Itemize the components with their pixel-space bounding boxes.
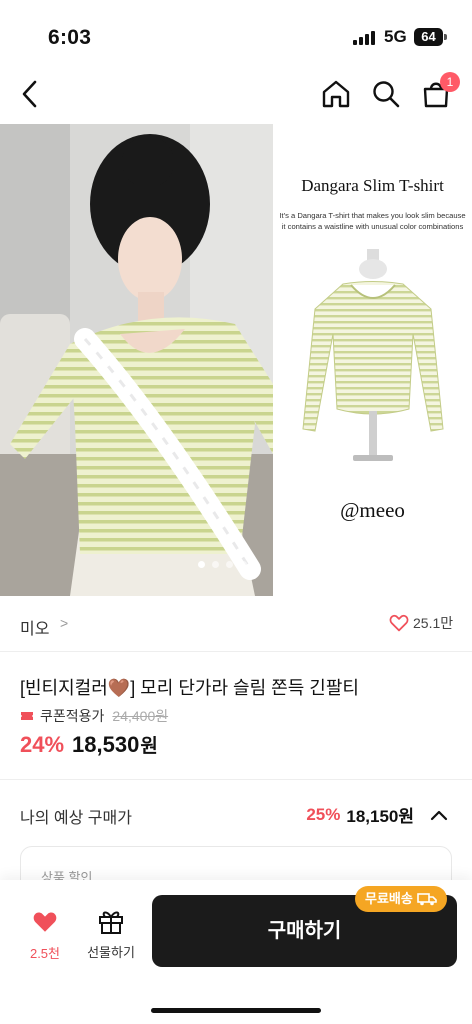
status-time: 6:03: [48, 26, 92, 49]
signal-icon: [353, 31, 379, 45]
truck-icon: [417, 893, 437, 906]
pagination-dot[interactable]: [212, 561, 219, 568]
chevron-up-icon: [430, 810, 448, 820]
discount-rate: 24%: [20, 732, 65, 757]
price-row: 24% 18,530 원: [20, 731, 158, 758]
home-button[interactable]: [318, 76, 354, 112]
promo-title: Dangara Slim T-shirt: [301, 176, 444, 195]
heart-filled-icon: [33, 912, 57, 932]
seller-row: 미오 > 25.1만: [0, 596, 472, 652]
promo-handle: @meeo: [340, 498, 405, 522]
like-count: 25.1만: [413, 615, 454, 631]
expected-price-value: 25% 18,150원: [306, 802, 448, 827]
promo-panel: Dangara Slim T-shirt It's a Dangara T-sh…: [273, 124, 472, 596]
heart-outline-icon: [389, 614, 409, 632]
mannequin-shirt-image: [302, 249, 444, 461]
expected-discount: 25%: [306, 804, 341, 824]
product-title: [빈티지컬러🤎] 모리 단가라 슬림 쫀득 긴팔티: [20, 678, 359, 698]
gift-button[interactable]: 선물하기: [82, 908, 140, 961]
home-icon: [322, 80, 350, 108]
coupon-icon: [21, 712, 33, 720]
cart-button[interactable]: 1: [418, 72, 460, 112]
gallery-pagination: [198, 561, 247, 568]
promo-description: It's a Dangara T-shirt that makes you lo…: [279, 211, 466, 231]
free-shipping-badge: 무료배송: [355, 886, 447, 912]
bottom-action-bar: 2.5천 선물하기 구매하기 무료배송: [0, 880, 472, 1024]
top-nav: 1: [0, 66, 472, 124]
wishlist-count: 2.5천: [29, 946, 61, 961]
pagination-dot[interactable]: [226, 561, 233, 568]
home-indicator: [151, 1008, 321, 1013]
coupon-price-row: 쿠폰적용가 24,400원: [20, 706, 168, 726]
network-type: 5G: [384, 27, 407, 46]
expected-price-label: 나의 예상 구매가: [20, 810, 132, 827]
model-photo: [0, 124, 273, 596]
expected-price: 18,150원: [346, 807, 414, 826]
expected-price-toggle[interactable]: 나의 예상 구매가 25% 18,150원: [0, 780, 472, 846]
search-icon: [373, 81, 400, 108]
battery-icon: 64: [414, 28, 443, 46]
gift-icon: [99, 911, 123, 934]
like-button[interactable]: 25.1만: [389, 613, 453, 633]
coupon-label: 쿠폰적용가: [40, 708, 105, 724]
back-button[interactable]: [12, 76, 48, 112]
back-arrow-icon: [22, 80, 37, 108]
original-price: 24,400원: [112, 708, 169, 724]
battery-nub: [444, 34, 447, 40]
gift-label: 선물하기: [87, 945, 135, 960]
cart-count-badge: 1: [440, 72, 460, 92]
price-unit: 원: [140, 736, 158, 757]
chevron-right-icon: >: [60, 615, 69, 631]
pagination-dot[interactable]: [198, 561, 205, 568]
free-shipping-label: 무료배송: [365, 891, 413, 906]
pagination-dot[interactable]: [240, 561, 247, 568]
sale-price: 18,530: [72, 732, 140, 757]
product-image-gallery[interactable]: Dangara Slim T-shirt It's a Dangara T-sh…: [0, 124, 472, 596]
seller-name-link[interactable]: 미오: [20, 615, 49, 639]
wishlist-button[interactable]: 2.5천: [22, 910, 68, 962]
status-bar: 6:03 5G 64: [0, 0, 472, 66]
search-button[interactable]: [368, 76, 404, 112]
